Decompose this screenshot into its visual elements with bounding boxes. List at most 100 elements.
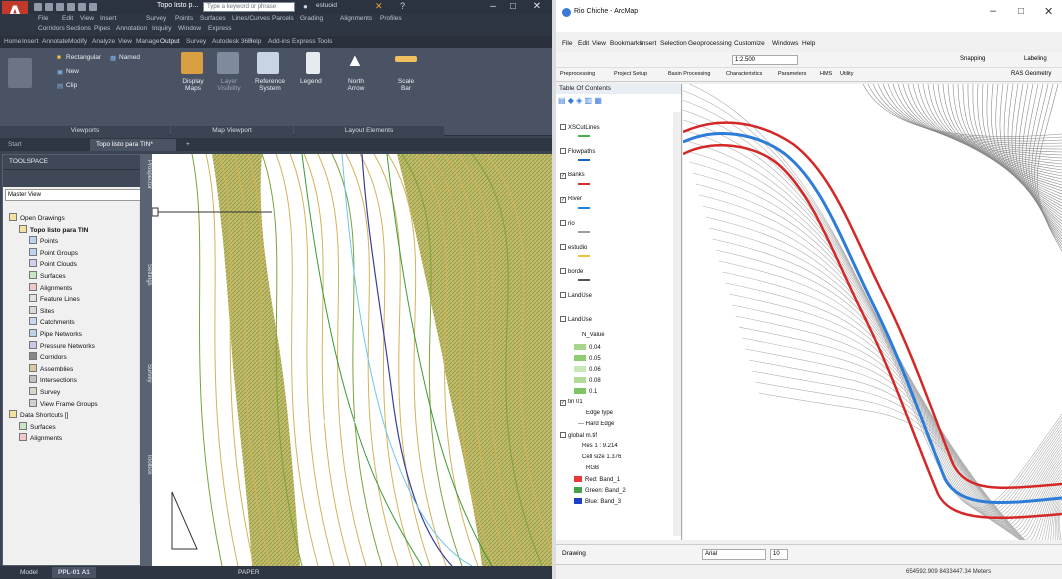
geohms-menu-characteristics[interactable]: Characteristics [726,71,762,77]
tree-item-open-drawings[interactable]: Open Drawings [9,213,65,222]
menu-item-insert[interactable]: Insert [100,15,116,22]
print-icon[interactable] [67,3,75,11]
close-icon[interactable]: ✕ [528,0,546,14]
ribbon-tab-add-ins[interactable]: Add-ins [268,38,290,45]
menu-item-pipes[interactable]: Pipes [94,25,110,32]
menu-item-windows[interactable]: Windows [772,40,798,47]
menu-item-geoprocessing[interactable]: Geoprocessing [688,40,732,47]
undo-icon[interactable] [78,3,86,11]
geohms-menu-preprocessing[interactable]: Preprocessing [560,71,595,77]
scale-bar-button[interactable]: Scale Bar [394,78,418,92]
menu-item-insert[interactable]: Insert [640,40,656,47]
layer-checkbox[interactable] [560,148,566,154]
layer-checkbox[interactable]: ✓ [560,173,566,179]
ribbon-tab-autodesk-360[interactable]: Autodesk 360 [212,38,252,45]
snapping-menu[interactable]: Snapping [960,56,985,62]
tree-item-alignments[interactable]: Alignments [19,433,62,442]
tree-item-survey[interactable]: Survey [29,387,60,396]
font-dropdown[interactable]: Arial [702,549,766,560]
legend-button[interactable]: Legend [300,78,322,85]
minimize-icon[interactable]: – [484,0,502,14]
menu-item-grading[interactable]: Grading [300,15,323,22]
menu-item-help[interactable]: Help [802,40,815,47]
tree-item-point-clouds[interactable]: Point Clouds [29,259,77,268]
menu-item-file[interactable]: File [38,15,48,22]
menu-item-surfaces[interactable]: Surfaces [200,15,226,22]
named-button[interactable]: Named [119,54,140,61]
model-tab[interactable]: Model [14,567,44,578]
menu-item-inquiry[interactable]: Inquiry [152,25,172,32]
menu-item-annotation[interactable]: Annotation [116,25,147,32]
layer-checkbox[interactable] [560,316,566,322]
ribbon-tab-annotate[interactable]: Annotate [42,38,68,45]
toc-layer-river[interactable]: ✓ River [560,196,582,203]
layer-visibility-button[interactable]: Layer Visibility [212,78,246,92]
map-view[interactable] [683,84,1062,540]
paper-toggle[interactable]: PAPER [232,567,266,578]
viewport-config-icon[interactable] [8,58,32,88]
ribbon-tab-express-tools[interactable]: Express Tools [292,38,332,45]
side-tab-prospector[interactable]: Prospector [140,160,152,189]
tree-item-corridors[interactable]: Corridors [29,352,67,361]
toc-layer-landuse[interactable]: LandUse [560,316,592,323]
reference-system-button[interactable]: Reference System [252,78,288,92]
layer-checkbox[interactable] [560,220,566,226]
layer-checkbox[interactable] [560,292,566,298]
grip-marker[interactable] [152,207,159,217]
layer-checkbox[interactable] [560,244,566,250]
menu-item-sections[interactable]: Sections [66,25,91,32]
toc-layer-estudio[interactable]: estudio [560,244,587,251]
tree-item-point-groups[interactable]: Point Groups [29,247,78,257]
tree-item-intersections[interactable]: Intersections [29,375,77,384]
menu-item-lines-curves[interactable]: Lines/Curves [232,15,270,22]
menu-item-corridors[interactable]: Corridors [38,25,65,32]
drawing-menu[interactable]: Drawing [562,550,586,557]
search-input[interactable]: Type a keyword or phrase [203,2,295,12]
layout-tab[interactable]: PPL-01 A1 [52,567,96,578]
geohms-menu-hms[interactable]: HMS [820,71,832,77]
toc-layer-rio[interactable]: rio [560,220,575,227]
toc-layer-banks[interactable]: ✓ Banks [560,172,585,179]
toc-layer-borde[interactable]: borde [560,268,583,275]
layer-checkbox[interactable] [560,432,566,438]
ribbon-tab-modify[interactable]: Modify [68,38,87,45]
ras-geometry-menu[interactable]: RAS Geometry [1011,71,1051,77]
toc-layer-tin[interactable]: ✓ tin 01 [560,399,583,406]
toc-layer-raster[interactable]: global m.tif [560,432,597,439]
menu-item-view[interactable]: View [592,40,606,47]
geohms-menu-project-setup[interactable]: Project Setup [614,71,647,77]
geohms-menu-basin-processing[interactable]: Basin Processing [668,71,711,77]
menu-item-survey[interactable]: Survey [146,15,166,22]
tree-item-assemblies[interactable]: Assemblies [29,363,73,373]
menu-item-alignments[interactable]: Alignments [340,15,372,22]
tree-item-surfaces[interactable]: Surfaces [19,421,56,431]
toc-layer-xscutlines[interactable]: XSCutLines [560,124,600,131]
side-tab-survey[interactable]: Survey [140,364,152,383]
tree-item-points[interactable]: Points [29,236,58,245]
ribbon-tab-analyze[interactable]: Analyze [92,38,115,45]
geohms-menu-parameters[interactable]: Parameters [778,71,806,77]
menu-item-parcels[interactable]: Parcels [272,15,294,22]
menu-item-selection[interactable]: Selection [660,40,687,47]
layer-checkbox[interactable] [560,124,566,130]
menu-item-profiles[interactable]: Profiles [380,15,402,22]
master-view-dropdown[interactable]: Master View [5,189,147,201]
toc-layer-flowpaths[interactable]: Flowpaths [560,148,595,155]
tree-item-sites[interactable]: Sites [29,305,54,315]
new-icon[interactable] [34,3,42,11]
maximize-icon[interactable]: □ [504,0,522,14]
menu-item-file[interactable]: File [562,40,572,47]
clip-button[interactable]: Clip [66,82,77,89]
menu-item-edit[interactable]: Edit [62,15,73,22]
ribbon-tab-insert[interactable]: Insert [22,38,38,45]
drawing-canvas[interactable] [152,154,552,566]
tree-item-catchments[interactable]: Catchments [29,317,75,326]
menu-item-points[interactable]: Points [175,15,193,22]
menu-item-customize[interactable]: Customize [734,40,765,47]
north-arrow-button[interactable]: North Arrow [341,78,371,92]
menu-item-express[interactable]: Express [208,25,231,32]
command-line[interactable]: Type a command [300,416,362,427]
rectangular-button[interactable]: Rectangular [66,54,101,61]
side-tab-settings[interactable]: Settings [140,264,152,286]
ribbon-tab-view[interactable]: View [118,38,132,45]
